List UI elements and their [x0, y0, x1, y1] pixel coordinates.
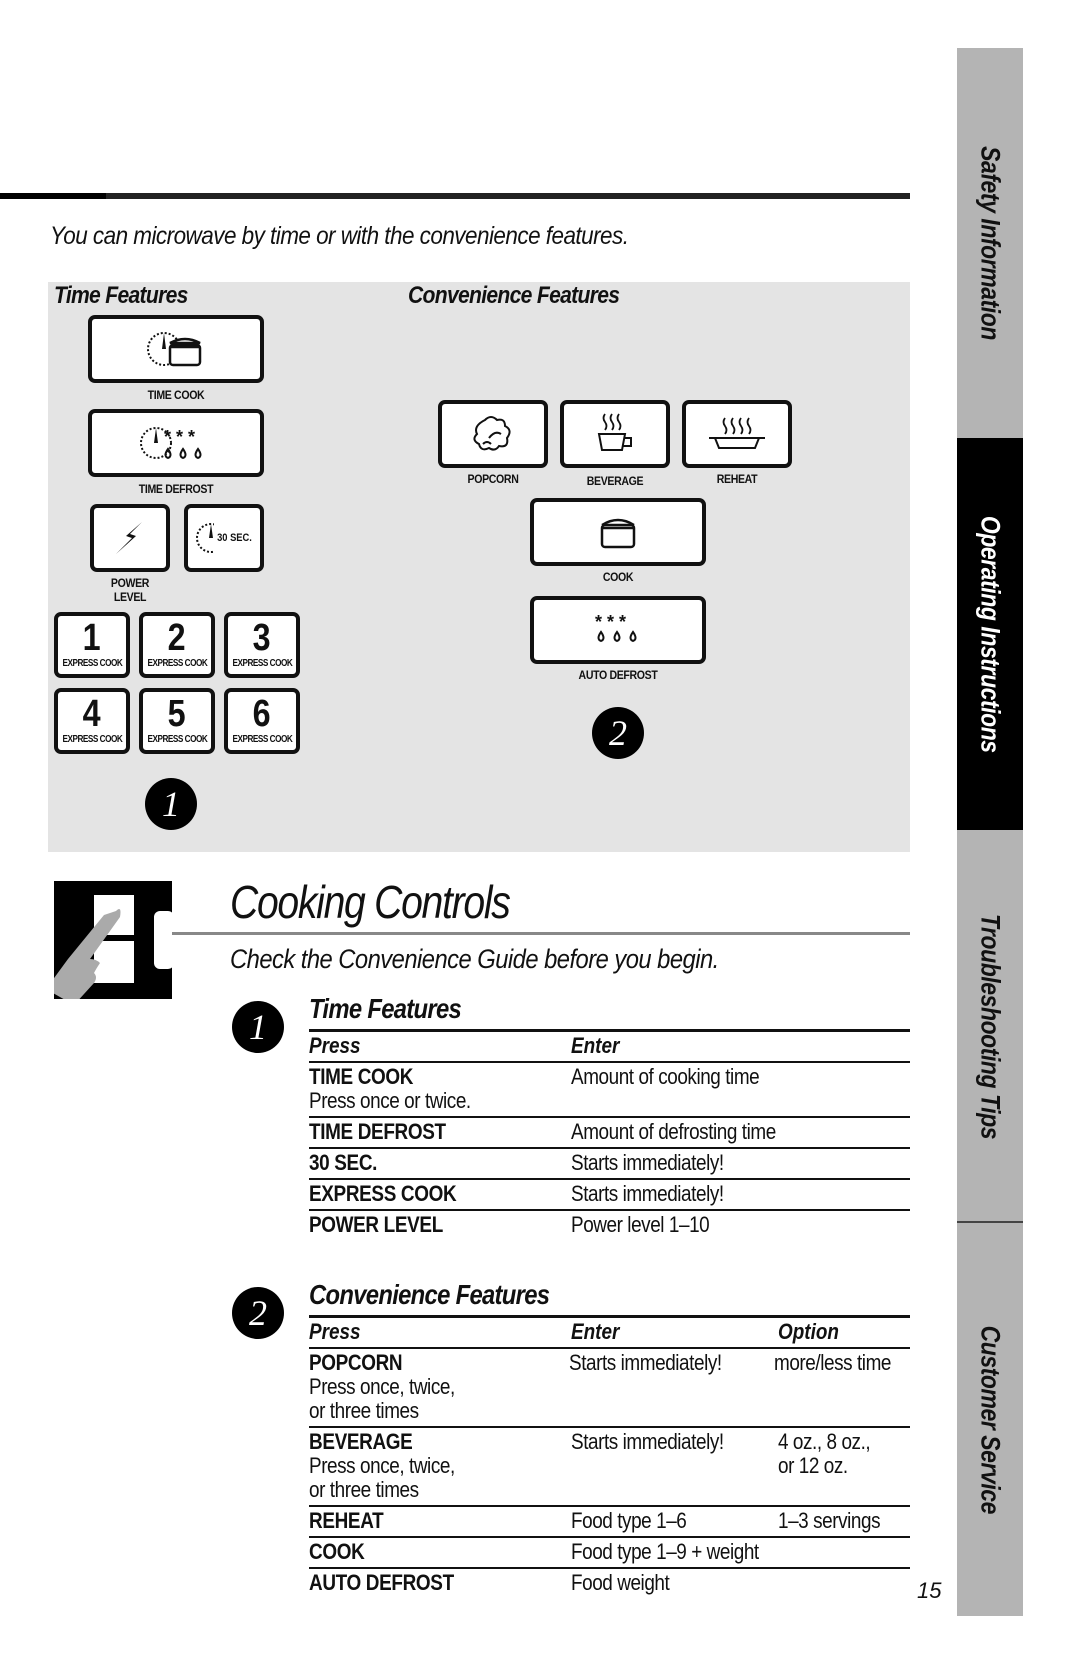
convenience-features-heading: Convenience Features — [309, 1279, 550, 1310]
express-cook-key-3: 3 EXPRESS COOK — [224, 612, 300, 678]
time-features-heading: Time Features — [309, 993, 462, 1024]
thirty-sec-key: 30 SEC. — [184, 504, 264, 572]
tab-troubleshooting-tips[interactable]: Troubleshooting Tips — [957, 830, 1023, 1222]
table-row: TIME COOK Press once or twice. Amount of… — [309, 1064, 760, 1113]
convenience-features-table: Press Enter Option POPCORN Press once, t… — [309, 1315, 910, 1598]
step-badge-1: 1 — [145, 778, 197, 830]
time-cook-key — [88, 315, 264, 383]
time-defrost-label: TIME DEFROST — [138, 482, 214, 496]
time-defrost-key: * * * — [88, 409, 264, 477]
beverage-label: BEVERAGE — [586, 474, 644, 488]
popcorn-key — [438, 400, 548, 468]
table-row: BEVERAGE Press once, twice, or three tim… — [309, 1429, 871, 1502]
tab-operating-instructions[interactable]: Operating Instructions — [957, 438, 1023, 830]
table-header: Press Enter — [309, 1033, 620, 1058]
panel-heading-time-features: Time Features — [54, 282, 188, 309]
intro-text: You can microwave by time or with the co… — [50, 222, 629, 250]
coffee-cup-icon — [597, 413, 632, 451]
popcorn-label: POPCORN — [467, 472, 519, 486]
page-title: Cooking Controls — [230, 876, 511, 928]
reheat-key — [682, 400, 792, 468]
cook-key — [530, 498, 706, 566]
keypad-illustration-panel: Time Features Convenience Features TIME … — [48, 282, 910, 852]
express-cook-key-5: 5 EXPRESS COOK — [139, 688, 215, 754]
table-row: AUTO DEFROST Food weight — [309, 1570, 670, 1595]
step-badge-2: 2 — [232, 1287, 284, 1339]
table-row: COOK Food type 1–9 + weight — [309, 1539, 759, 1564]
page-number: 15 — [917, 1578, 942, 1603]
step-badge-2: 2 — [592, 707, 644, 759]
time-cook-label: TIME COOK — [147, 388, 205, 402]
express-cook-key-6: 6 EXPRESS COOK — [224, 688, 300, 754]
title-rule — [172, 932, 910, 935]
clock-pot-icon — [147, 332, 202, 367]
table-row: 30 SEC. Starts immediately! — [309, 1150, 724, 1175]
panel-heading-convenience-features: Convenience Features — [408, 282, 620, 309]
clock-icon — [195, 523, 214, 553]
svg-text:* * *: * * * — [595, 612, 626, 632]
express-cook-key-1: 1 EXPRESS COOK — [54, 612, 130, 678]
svg-text:* * *: * * * — [164, 427, 195, 447]
top-rule — [0, 193, 910, 199]
power-level-key — [90, 504, 170, 572]
table-row: TIME DEFROST Amount of defrosting time — [309, 1119, 776, 1144]
finger-pressing-button-icon — [54, 881, 172, 999]
thirty-sec-key-text: 30 SEC. — [216, 532, 252, 544]
page-subtitle: Check the Convenience Guide before you b… — [230, 944, 719, 974]
cook-label: COOK — [602, 570, 634, 584]
beverage-key — [560, 400, 670, 468]
time-features-table: Press Enter TIME COOK Press once or twic… — [309, 1029, 910, 1240]
table-row: POPCORN Press once, twice, or three time… — [309, 1350, 891, 1423]
auto-defrost-label: AUTO DEFROST — [578, 668, 658, 682]
lightning-bolt-icon — [116, 522, 142, 554]
top-rule-accent — [0, 193, 106, 199]
tab-customer-service[interactable]: Customer Service — [957, 1223, 1023, 1616]
defrost-icon: * * * — [595, 612, 637, 643]
step-badge-1: 1 — [232, 1001, 284, 1053]
table-header: Press Enter Option — [309, 1319, 839, 1344]
pot-icon — [600, 518, 636, 549]
power-level-label: POWER LEVEL — [110, 576, 150, 604]
express-cook-key-4: 4 EXPRESS COOK — [54, 688, 130, 754]
table-row: REHEAT Food type 1–6 1–3 servings — [309, 1508, 881, 1533]
table-row: EXPRESS COOK Starts immediately! — [309, 1181, 724, 1206]
auto-defrost-key: * * * — [530, 596, 706, 664]
table-row: POWER LEVEL Power level 1–10 — [309, 1212, 710, 1237]
clock-defrost-icon: * * * — [140, 427, 202, 460]
express-cook-key-2: 2 EXPRESS COOK — [139, 612, 215, 678]
tab-safety-information[interactable]: Safety Information — [957, 48, 1023, 438]
popcorn-icon — [473, 416, 511, 451]
reheat-label: REHEAT — [716, 472, 758, 486]
steaming-dish-icon — [709, 417, 765, 449]
